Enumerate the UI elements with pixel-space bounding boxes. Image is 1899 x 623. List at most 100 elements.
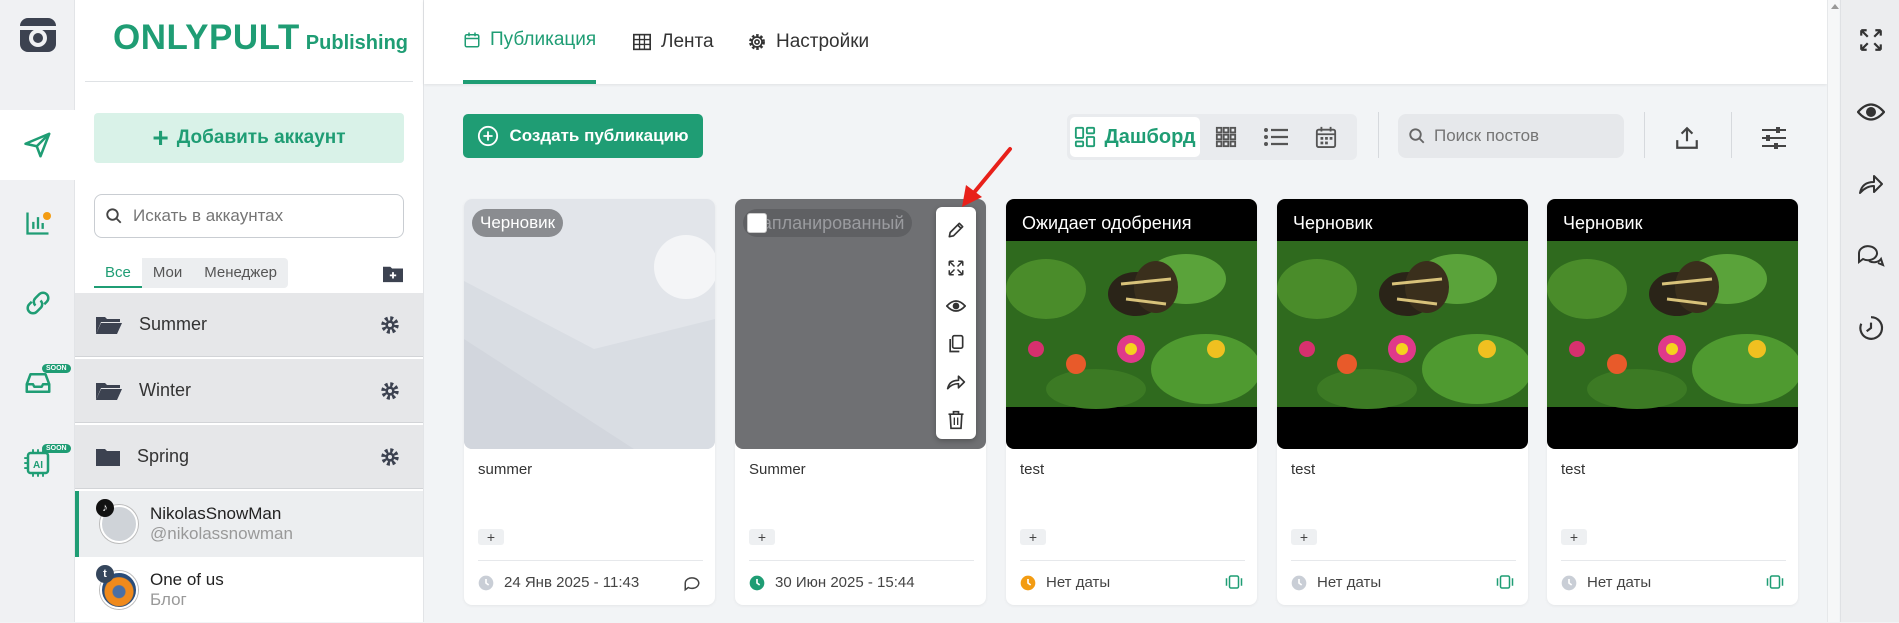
expand-button[interactable] xyxy=(936,249,976,287)
post-card[interactable]: Ожидает одобрения test + Нет даты xyxy=(1006,199,1257,605)
rail-publishing[interactable] xyxy=(0,110,75,180)
account-row[interactable]: ♪ NikolasSnowMan @nikolassnowman xyxy=(75,491,423,557)
comment-icon xyxy=(684,577,700,592)
notification-dot xyxy=(43,212,51,220)
sliders-icon xyxy=(1762,127,1786,149)
clock-icon xyxy=(749,575,765,590)
carousel-button[interactable] xyxy=(1766,574,1784,590)
preview-button[interactable] xyxy=(936,287,976,325)
rail-analytics[interactable] xyxy=(0,188,75,258)
view-dashboard[interactable]: Дашборд xyxy=(1070,117,1200,157)
add-tag-button[interactable]: + xyxy=(749,529,775,545)
rail-ai[interactable]: AI SOON xyxy=(0,428,75,498)
rail-links[interactable] xyxy=(0,268,75,338)
post-title: test xyxy=(1020,461,1045,478)
top-bar: Публикация Лента Настройки xyxy=(424,0,1827,84)
folder-row[interactable]: Spring xyxy=(75,425,423,489)
post-thumbnail-photo: Ожидает одобрения xyxy=(1006,199,1257,449)
view-calendar[interactable] xyxy=(1302,117,1350,157)
delete-button[interactable] xyxy=(936,401,976,439)
account-filter-tabs: Все Мои Менеджер xyxy=(94,258,289,288)
folder-name: Spring xyxy=(137,446,190,466)
history-button[interactable] xyxy=(1841,308,1899,348)
divider xyxy=(1644,112,1645,158)
comment-button[interactable] xyxy=(683,574,701,592)
post-card[interactable]: Черновик test + Нет даты xyxy=(1277,199,1528,605)
open-folder-icon xyxy=(96,382,122,400)
gear-icon xyxy=(749,34,765,50)
soon-badge: SOON xyxy=(42,444,71,453)
edit-button[interactable] xyxy=(936,211,976,249)
gear-icon[interactable] xyxy=(379,446,401,468)
add-tag-button[interactable]: + xyxy=(478,529,504,545)
divider xyxy=(478,560,703,561)
post-search xyxy=(1398,114,1624,158)
export-button[interactable] xyxy=(1669,120,1705,156)
gear-icon[interactable] xyxy=(379,380,401,402)
status-badge: Ожидает одобрения xyxy=(1022,213,1192,233)
status-badge: Черновик xyxy=(1293,213,1373,233)
tab-settings[interactable]: Настройки xyxy=(747,0,869,84)
tab-feed[interactable]: Лента xyxy=(632,0,714,84)
divider xyxy=(1020,560,1245,561)
filter-all[interactable]: Все xyxy=(94,258,142,288)
add-folder-button[interactable] xyxy=(382,264,404,284)
carousel-button[interactable] xyxy=(1225,574,1243,590)
tab-label: Публикация xyxy=(490,29,597,50)
add-account-label: Добавить аккаунт xyxy=(176,127,346,148)
create-post-label: Создать публикацию xyxy=(509,126,689,145)
rail-inbox[interactable]: SOON xyxy=(0,348,75,418)
create-post-button[interactable]: Создать публикацию xyxy=(463,114,703,158)
folder-row[interactable]: Summer xyxy=(75,293,423,357)
add-tag-button[interactable]: + xyxy=(1291,529,1317,545)
trash-icon xyxy=(948,410,964,430)
filters-button[interactable] xyxy=(1756,120,1792,156)
search-icon xyxy=(1409,128,1425,144)
view-grid[interactable] xyxy=(1202,117,1250,157)
card-actions-menu xyxy=(936,207,976,439)
add-account-button[interactable]: + Добавить аккаунт xyxy=(94,113,404,163)
brand: ONLYPULT Publishing xyxy=(113,18,408,58)
add-tag-button[interactable]: + xyxy=(1020,529,1046,545)
account-handle: @nikolassnowman xyxy=(150,524,293,543)
tab-publication[interactable]: Публикация xyxy=(463,0,597,84)
account-name: One of us xyxy=(150,570,224,589)
post-date-text: 24 Янв 2025 - 11:43 xyxy=(504,574,640,591)
folder-name: Summer xyxy=(139,314,208,334)
post-date: Нет даты xyxy=(1020,574,1110,591)
scroll-up-arrow-icon[interactable] xyxy=(1831,4,1839,9)
select-checkbox[interactable] xyxy=(747,213,767,233)
carousel-button[interactable] xyxy=(1496,574,1514,590)
share-button[interactable] xyxy=(1841,164,1899,204)
copy-button[interactable] xyxy=(936,325,976,363)
filter-mine[interactable]: Мои xyxy=(142,258,193,288)
post-card[interactable]: Запланированный Summer + 30 Июн 2025 - 1… xyxy=(735,199,986,605)
view-switcher: Дашборд xyxy=(1067,114,1357,160)
post-title: summer xyxy=(478,461,533,478)
svg-text:AI: AI xyxy=(33,460,43,471)
post-card[interactable]: Черновик summer + 24 Янв 2025 - 11:43 xyxy=(464,199,715,605)
folder-icon xyxy=(96,448,120,466)
filter-manager[interactable]: Менеджер xyxy=(193,258,288,288)
fullscreen-button[interactable] xyxy=(1841,20,1899,60)
post-date: Нет даты xyxy=(1291,574,1381,591)
add-tag-button[interactable]: + xyxy=(1561,529,1587,545)
share-button[interactable] xyxy=(936,363,976,401)
status-badge: Черновик xyxy=(1563,213,1643,233)
grid-table-icon xyxy=(633,33,651,51)
post-date: 24 Янв 2025 - 11:43 xyxy=(478,574,639,591)
preview-button[interactable] xyxy=(1841,92,1899,132)
scrollbar[interactable] xyxy=(1827,0,1839,622)
folder-row[interactable]: Winter xyxy=(75,359,423,423)
gear-icon[interactable] xyxy=(379,314,401,336)
app-logo[interactable] xyxy=(0,0,75,102)
post-search-input[interactable] xyxy=(1434,126,1614,146)
post-title: Summer xyxy=(749,461,806,478)
comments-button[interactable] xyxy=(1841,236,1899,276)
account-row[interactable]: t One of us Блог xyxy=(75,557,423,623)
view-list[interactable] xyxy=(1252,117,1300,157)
post-card[interactable]: Черновик test + Нет даты xyxy=(1547,199,1798,605)
camera-logo-icon xyxy=(19,18,56,52)
view-dashboard-label: Дашборд xyxy=(1104,125,1196,148)
account-search-input[interactable] xyxy=(133,206,393,226)
